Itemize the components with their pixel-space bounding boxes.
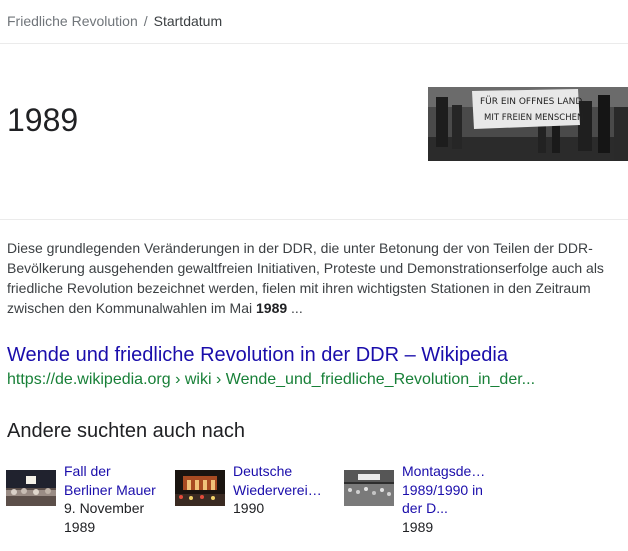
related-item-sub-line1: 1989 <box>402 518 434 535</box>
related-item-name-line1[interactable]: Deutsche <box>233 462 333 481</box>
reunification-photo-icon[interactable] <box>175 470 225 506</box>
related-item-name-line2[interactable]: Berliner Mauer <box>64 481 164 500</box>
breadcrumb: Friedliche Revolution / Startdatum <box>7 12 222 30</box>
answer-value: 1989 <box>7 102 79 138</box>
related-item-wiedervereinigung[interactable]: Deutsche Wiederverei… 1990 <box>175 462 333 518</box>
breadcrumb-parent-link[interactable]: Friedliche Revolution <box>7 13 138 29</box>
protest-photo-icon[interactable]: FÜR EIN OFFNES LAND MIT FREIEN MENSCHEN <box>428 87 628 161</box>
related-item-sub-line1: 1990 <box>233 500 265 516</box>
related-heading: Andere suchten auch nach <box>7 420 245 442</box>
related-item-sub-line2: 1989 <box>64 518 96 535</box>
related-item-montagsdemonstrationen[interactable]: Montagsde… 1989/1990 in der D... 1989 <box>344 462 502 536</box>
related-item-name-line3[interactable]: der D... <box>402 499 502 518</box>
result-url[interactable]: https://de.wikipedia.org › wiki › Wende_… <box>7 370 535 390</box>
banner-line-2: MIT FREIEN MENSCHEN <box>484 113 583 123</box>
snippet-after: ... <box>287 300 303 316</box>
header-divider <box>0 43 628 44</box>
answer-divider <box>0 219 628 220</box>
breadcrumb-separator: / <box>143 13 148 29</box>
snippet-before: Diese grundlegenden Veränderungen in der… <box>7 240 604 316</box>
monday-demonstration-photo-icon[interactable] <box>344 470 394 506</box>
related-item-name-line2[interactable]: Wiederverei… <box>233 481 325 500</box>
related-item-name-line1[interactable]: Montagsde… <box>402 462 494 481</box>
banner-line-1: FÜR EIN OFFNES LAND <box>480 96 582 107</box>
related-item-sub-line1: 9. November <box>64 500 145 516</box>
result-title-link[interactable]: Wende und friedliche Revolution in der D… <box>7 342 508 368</box>
snippet-text: Diese grundlegenden Veränderungen in der… <box>7 238 617 318</box>
related-item-fall-der-mauer[interactable]: Fall der Berliner Mauer 9. November 1989 <box>6 462 164 536</box>
snippet-highlight: 1989 <box>256 300 288 316</box>
berlin-wall-photo-icon[interactable] <box>6 470 56 506</box>
breadcrumb-current: Startdatum <box>153 13 223 29</box>
related-item-name-line2[interactable]: 1989/1990 in <box>402 481 502 500</box>
related-item-name-line1[interactable]: Fall der <box>64 462 164 481</box>
